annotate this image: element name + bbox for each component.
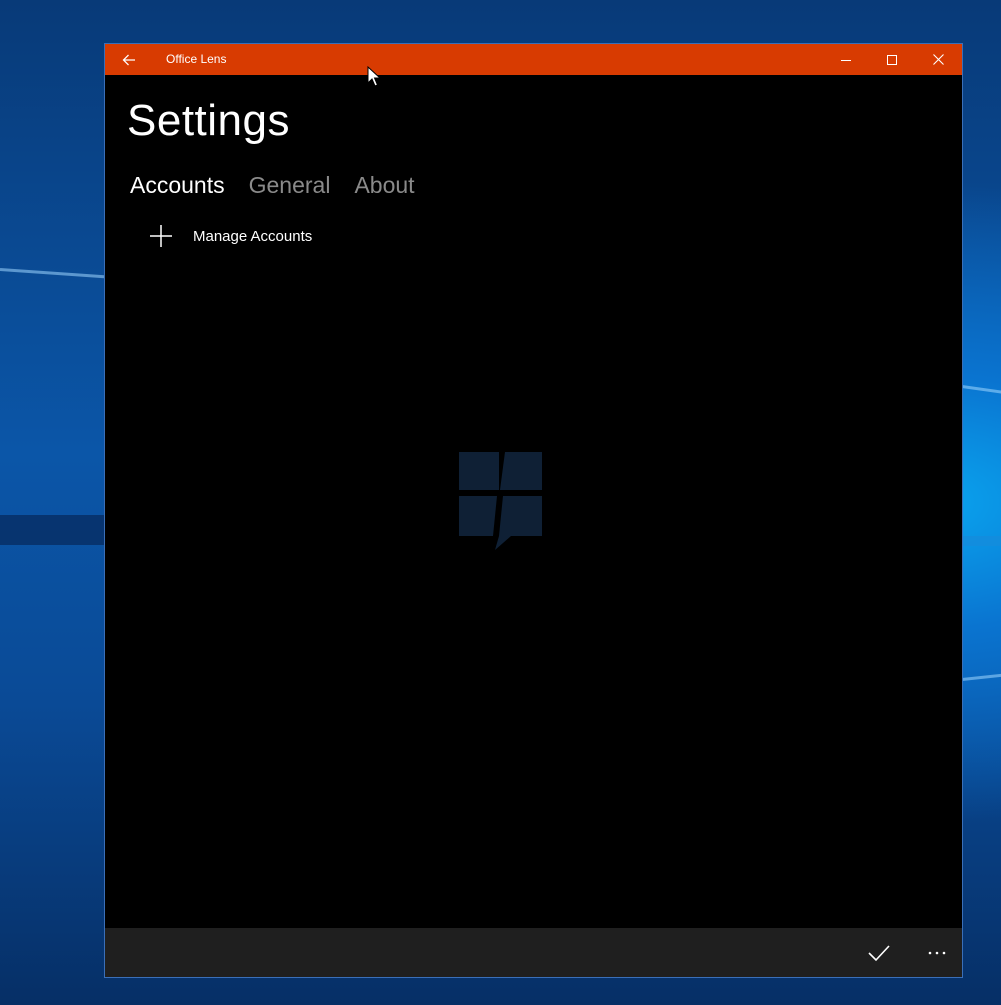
wallpaper-light-beam	[961, 673, 1001, 681]
wallpaper-light-beam	[0, 268, 110, 279]
app-window: Office Lens Settings Accounts General Ab…	[104, 43, 963, 978]
feedback-logo-icon	[459, 452, 542, 550]
back-button[interactable]	[105, 44, 153, 75]
tab-accounts[interactable]: Accounts	[130, 172, 225, 199]
page-title: Settings	[127, 96, 290, 145]
bottom-app-bar	[105, 928, 962, 977]
window-title: Office Lens	[166, 52, 227, 66]
tab-about[interactable]: About	[354, 172, 414, 199]
wallpaper-light-beam	[962, 536, 1001, 546]
mouse-cursor-icon	[367, 66, 381, 87]
wallpaper-light-beam	[0, 515, 110, 545]
checkmark-icon	[868, 944, 890, 961]
arrow-left-icon	[122, 54, 135, 65]
more-button[interactable]	[913, 928, 961, 977]
plus-icon	[145, 220, 177, 252]
settings-tabs: Accounts General About	[130, 172, 415, 199]
maximize-icon	[887, 54, 897, 65]
wallpaper-light-beam	[961, 385, 1001, 394]
more-icon	[928, 951, 946, 954]
minimize-button[interactable]	[823, 44, 869, 75]
maximize-button[interactable]	[869, 44, 915, 75]
close-button[interactable]	[915, 44, 961, 75]
manage-accounts-label: Manage Accounts	[193, 227, 313, 245]
close-icon	[932, 54, 944, 65]
manage-accounts-button[interactable]: Manage Accounts	[145, 220, 312, 252]
accept-button[interactable]	[855, 928, 903, 977]
title-bar[interactable]: Office Lens	[105, 44, 962, 75]
minimize-icon	[841, 59, 851, 61]
tab-general[interactable]: General	[249, 172, 331, 199]
